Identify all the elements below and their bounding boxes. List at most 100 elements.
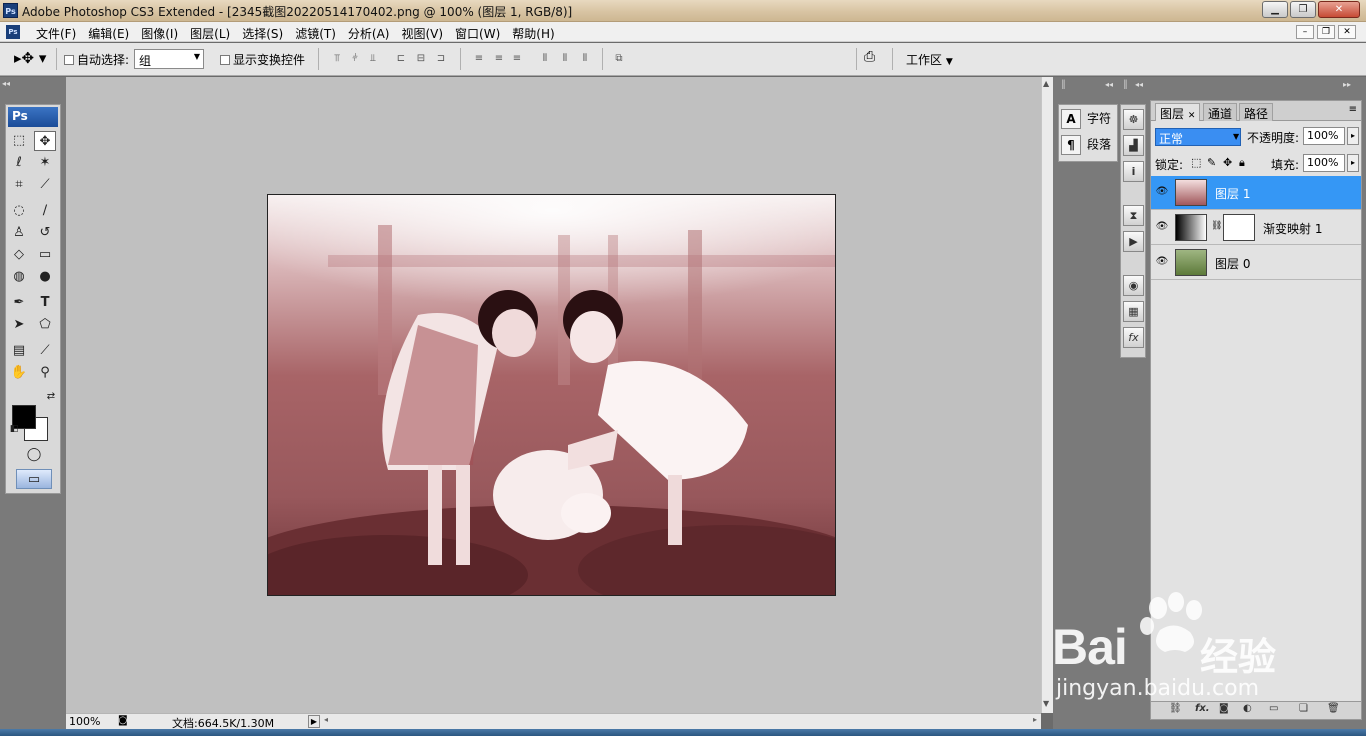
distribute-right-icon[interactable]: ⦀ xyxy=(578,53,592,65)
auto-select-option[interactable]: 自动选择: xyxy=(64,51,129,68)
lasso-tool-icon[interactable]: ℓ xyxy=(8,153,30,173)
lock-pixels-icon[interactable]: ✎ xyxy=(1207,156,1216,169)
layer-row[interactable]: 👁︎ 图层 0 xyxy=(1151,246,1361,280)
menu-edit[interactable]: 编辑(E) xyxy=(82,24,135,43)
menu-view[interactable]: 视图(V) xyxy=(395,24,449,43)
scroll-left-icon[interactable]: ◂ xyxy=(324,715,328,724)
panel-menu-icon[interactable]: ≡ xyxy=(1349,104,1357,115)
character-panel-button[interactable]: A 字符 xyxy=(1061,109,1111,133)
align-hcenter-icon[interactable]: ⊟ xyxy=(414,53,428,65)
swap-colors-icon[interactable]: ⇄ xyxy=(40,391,62,403)
eyedropper-tool-icon[interactable]: ⟋ xyxy=(34,341,56,361)
marquee-tool-icon[interactable]: ⬚ xyxy=(8,131,30,151)
menu-analysis[interactable]: 分析(A) xyxy=(342,24,396,43)
zoom-level[interactable]: 100% xyxy=(69,715,100,728)
collapse-dock-icon[interactable]: ◂◂ xyxy=(1135,80,1143,89)
history-brush-tool-icon[interactable]: ↺ xyxy=(34,223,56,243)
align-bottom-icon[interactable]: ⫫ xyxy=(366,53,380,65)
fill-slider-button[interactable]: ▸ xyxy=(1347,154,1359,172)
eraser-tool-icon[interactable]: ◇ xyxy=(8,245,30,265)
histogram-icon[interactable]: ▟ xyxy=(1123,135,1144,156)
fill-input[interactable]: 100% xyxy=(1303,154,1345,172)
status-menu-icon[interactable]: ◙ xyxy=(118,715,128,726)
distribute-hcenter-icon[interactable]: ⦀ xyxy=(558,53,572,65)
visibility-eye-icon[interactable]: 👁︎ xyxy=(1155,185,1169,199)
close-tab-icon[interactable]: ✕ xyxy=(1188,111,1196,121)
layer-mask-thumbnail[interactable] xyxy=(1223,214,1255,241)
add-mask-icon[interactable]: ◙ xyxy=(1219,703,1229,714)
quick-mask-icon[interactable]: ◯ xyxy=(22,445,46,465)
menu-select[interactable]: 选择(S) xyxy=(236,24,289,43)
actions-icon[interactable]: ▶ xyxy=(1123,231,1144,252)
layer-style-fx-icon[interactable]: fx. xyxy=(1195,703,1210,714)
menu-file[interactable]: 文件(F) xyxy=(30,24,82,43)
show-transform-checkbox[interactable] xyxy=(220,55,230,65)
align-top-icon[interactable]: ⫪ xyxy=(330,53,344,65)
opacity-input[interactable]: 100% xyxy=(1303,127,1345,145)
document-image[interactable] xyxy=(267,194,836,596)
zoom-tool-icon[interactable]: ⚲ xyxy=(34,363,56,383)
clone-stamp-tool-icon[interactable]: ♙ xyxy=(8,223,30,243)
dodge-tool-icon[interactable]: ● xyxy=(34,267,56,287)
auto-align-layers-icon[interactable]: ⧉ xyxy=(612,53,626,65)
delete-layer-icon[interactable]: 🗑︎ xyxy=(1327,703,1340,714)
doc-restore-icon[interactable]: ❐ xyxy=(1317,25,1335,39)
move-tool-icon[interactable]: ✥ xyxy=(34,131,56,151)
close-icon[interactable]: ✕ xyxy=(1318,1,1360,18)
lock-transparent-icon[interactable]: ⬚ xyxy=(1191,156,1201,169)
mask-link-icon[interactable]: ⛓ xyxy=(1211,221,1222,231)
hand-tool-icon[interactable]: ✋ xyxy=(8,363,30,383)
bridge-icon[interactable]: ⎙ xyxy=(864,49,875,65)
paragraph-panel-button[interactable]: ¶ 段落 xyxy=(1061,135,1111,159)
move-tool-preset-icon[interactable]: ▸✥ ▾ xyxy=(14,49,46,67)
healing-brush-tool-icon[interactable]: ◌ xyxy=(8,201,30,221)
doc-minimize-icon[interactable]: – xyxy=(1296,25,1314,39)
status-play-icon[interactable]: ▶ xyxy=(308,715,320,728)
align-vcenter-icon[interactable]: ⫩ xyxy=(348,53,362,65)
vertical-scrollbar[interactable]: ▲ ▼ xyxy=(1041,77,1053,713)
align-right-icon[interactable]: ⊐ xyxy=(434,53,448,65)
menu-window[interactable]: 窗口(W) xyxy=(449,24,506,43)
distribute-top-icon[interactable]: ≡ xyxy=(472,53,486,65)
menu-layer[interactable]: 图层(L) xyxy=(184,24,236,43)
lock-position-icon[interactable]: ✥ xyxy=(1223,156,1232,169)
chevron-down-icon[interactable]: ▼ xyxy=(1233,132,1239,141)
layer-row[interactable]: 👁︎ 图层 1 xyxy=(1151,176,1361,210)
pen-tool-icon[interactable]: ✒ xyxy=(8,293,30,313)
blend-mode-dropdown[interactable]: 正常 xyxy=(1155,128,1241,146)
notes-tool-icon[interactable]: ▤ xyxy=(8,341,30,361)
new-layer-icon[interactable]: ❏ xyxy=(1299,703,1308,714)
document-ps-icon[interactable]: Ps xyxy=(6,25,20,39)
history-icon[interactable]: ⧗ xyxy=(1123,205,1144,226)
document-canvas-area[interactable] xyxy=(66,77,1041,713)
info-icon[interactable]: i xyxy=(1123,161,1144,182)
gradient-tool-icon[interactable]: ▭ xyxy=(34,245,56,265)
default-colors-icon[interactable]: ◧ xyxy=(8,423,20,435)
scroll-up-icon[interactable]: ▲ xyxy=(1043,79,1049,88)
layer-row[interactable]: 👁︎ ⛓ 渐变映射 1 xyxy=(1151,211,1361,245)
menu-image[interactable]: 图像(I) xyxy=(135,24,184,43)
visibility-eye-icon[interactable]: 👁︎ xyxy=(1155,220,1169,234)
link-layers-icon[interactable]: ⛓ xyxy=(1169,703,1182,714)
adjustment-layer-icon[interactable]: ◐ xyxy=(1243,703,1252,714)
tab-channels[interactable]: 通道 xyxy=(1203,103,1238,121)
shape-tool-icon[interactable]: ⬠ xyxy=(34,315,56,335)
scroll-down-icon[interactable]: ▼ xyxy=(1043,699,1049,708)
visibility-eye-icon[interactable]: 👁︎ xyxy=(1155,255,1169,269)
align-left-icon[interactable]: ⊏ xyxy=(394,53,408,65)
swatches-icon[interactable]: ◉ xyxy=(1123,275,1144,296)
menu-help[interactable]: 帮助(H) xyxy=(506,24,560,43)
distribute-vcenter-icon[interactable]: ≡ xyxy=(492,53,506,65)
scroll-right-icon[interactable]: ▸ xyxy=(1033,715,1037,724)
distribute-bottom-icon[interactable]: ≡ xyxy=(510,53,524,65)
show-transform-option[interactable]: 显示变换控件 xyxy=(220,51,305,68)
brush-tool-icon[interactable]: ∕ xyxy=(34,201,56,221)
new-group-icon[interactable]: ▭ xyxy=(1269,703,1278,714)
path-selection-tool-icon[interactable]: ➤ xyxy=(8,315,30,335)
magic-wand-tool-icon[interactable]: ✶ xyxy=(34,153,56,173)
doc-close-icon[interactable]: ✕ xyxy=(1338,25,1356,39)
collapse-dock-icon[interactable]: ◂◂ xyxy=(2,79,10,88)
slice-tool-icon[interactable]: ⟋ xyxy=(34,175,56,195)
minimize-icon[interactable]: ▁ xyxy=(1262,1,1288,18)
styles-icon[interactable]: ▦ xyxy=(1123,301,1144,322)
